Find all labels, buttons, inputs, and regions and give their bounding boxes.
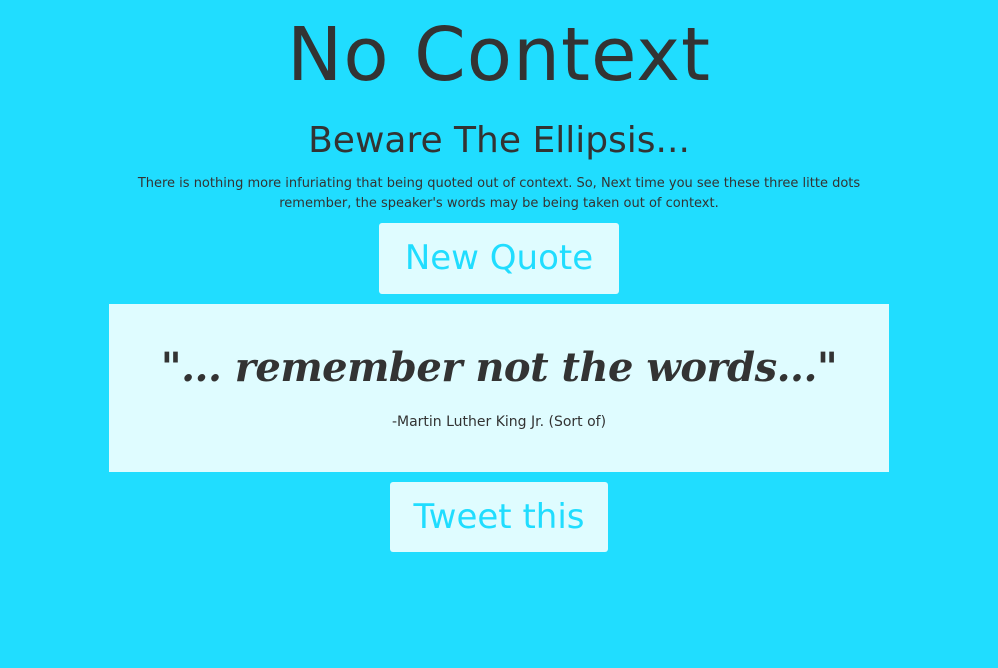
page-subtitle: Beware The Ellipsis... xyxy=(308,120,690,161)
page-description: There is nothing more infuriating that b… xyxy=(137,176,861,211)
quote-text: "... remember not the words..." xyxy=(160,344,838,391)
page: No Context Beware The Ellipsis... There … xyxy=(0,0,998,668)
quote-panel: "... remember not the words..." -Martin … xyxy=(109,304,889,472)
new-quote-button[interactable]: New Quote xyxy=(379,223,619,294)
page-title: No Context xyxy=(286,12,712,98)
quote-author: -Martin Luther King Jr. (Sort of) xyxy=(391,414,607,430)
tweet-button[interactable]: Tweet this xyxy=(390,482,608,552)
